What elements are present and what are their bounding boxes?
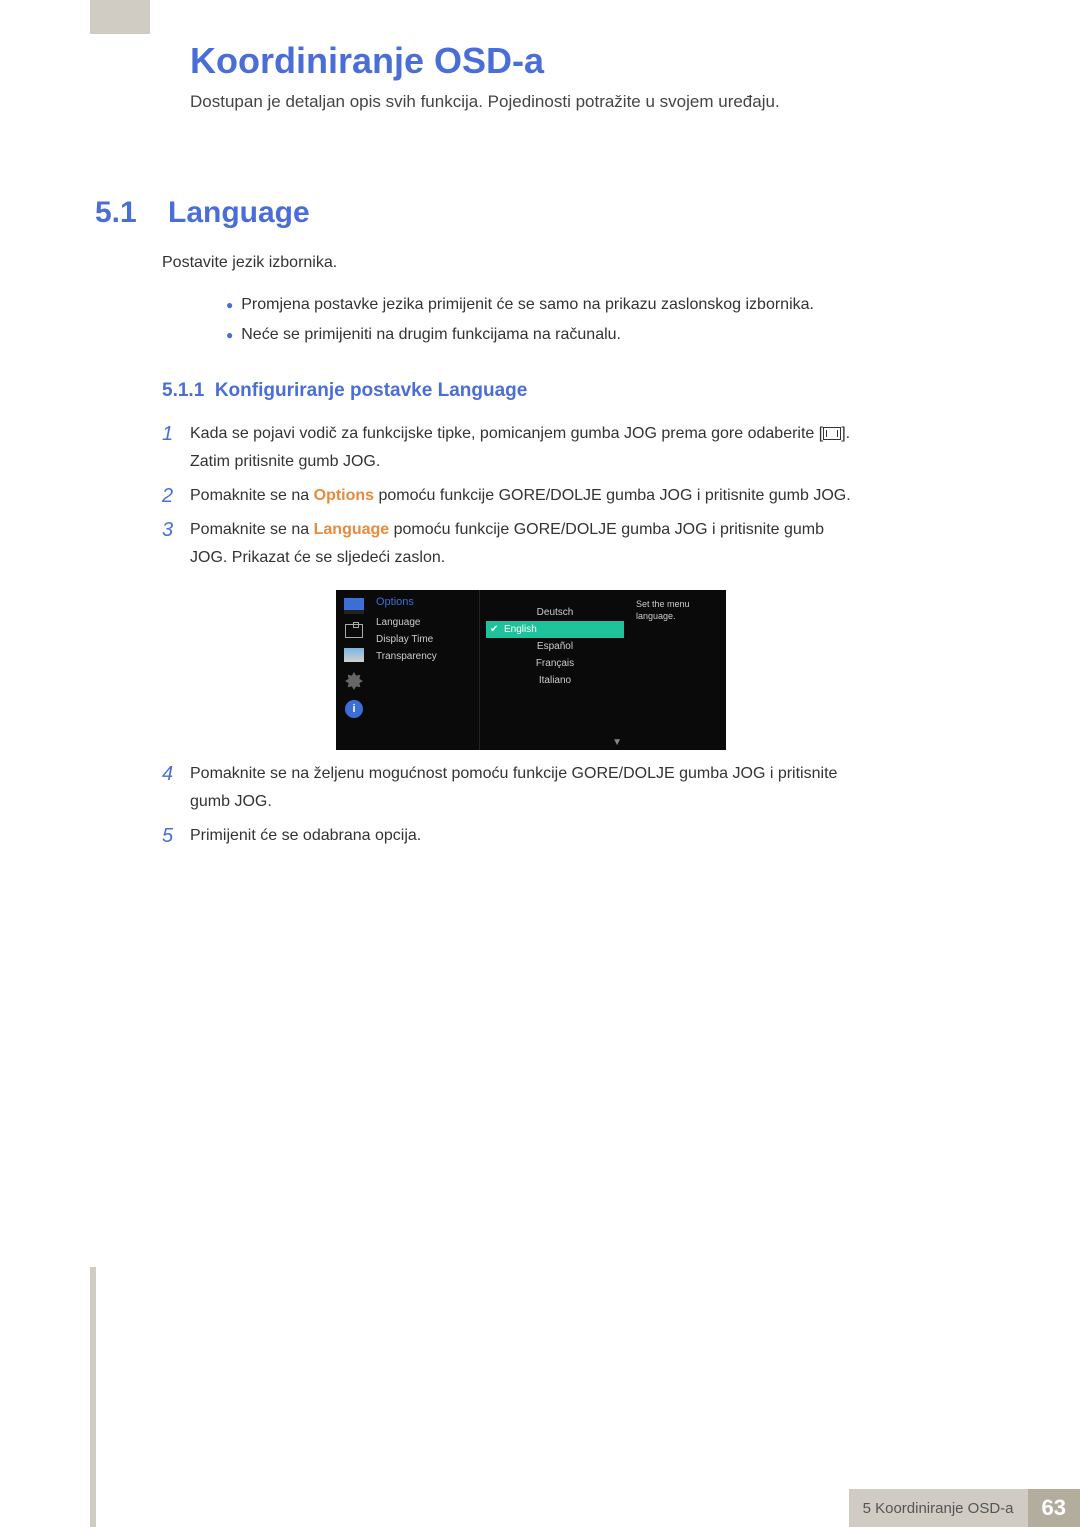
step-3: 3 Pomaknite se na Language pomoću funkci…: [162, 516, 862, 572]
osd-menu-item: Display Time: [376, 631, 479, 648]
step-5: 5 Primijenit će se odabrana opcija.: [162, 822, 862, 850]
steps-list: 1 Kada se pojavi vodič za funkcijske tip…: [162, 420, 862, 578]
info-icon: i: [345, 700, 363, 718]
subheading: 5.1.1 Konfiguriranje postavke Language: [162, 380, 527, 402]
subheading-number: 5.1.1: [162, 380, 204, 401]
step-number: 5: [162, 822, 190, 850]
page-number: 63: [1028, 1489, 1080, 1527]
section-number: 5.1: [95, 196, 137, 230]
step-number: 3: [162, 516, 190, 572]
chevron-down-icon: ▼: [612, 737, 622, 748]
options-icon: [344, 648, 364, 662]
bullet-item: ●Promjena postavke jezika primijenit će …: [226, 290, 814, 320]
step-text: Kada se pojavi vodič za funkcijske tipke…: [190, 420, 862, 476]
step-1: 1 Kada se pojavi vodič za funkcijske tip…: [162, 420, 862, 476]
step-text: Pomaknite se na željenu mogućnost pomoću…: [190, 760, 862, 816]
footer-label: 5 Koordiniranje OSD-a: [849, 1489, 1028, 1527]
subheading-title: Konfiguriranje postavke Language: [215, 380, 528, 401]
bullet-item: ●Neće se primijeniti na drugim funkcijam…: [226, 320, 814, 350]
step-text: Pomaknite se na Language pomoću funkcije…: [190, 516, 862, 572]
osd-help-text: Set the menu language.: [630, 590, 726, 750]
osd-language-list: Deutsch English Español Français Italian…: [480, 590, 630, 750]
monitor-icon: [344, 598, 364, 614]
osd-lang-item: Español: [486, 638, 624, 655]
osd-lang-item: Français: [486, 655, 624, 672]
step-2: 2 Pomaknite se na Options pomoću funkcij…: [162, 482, 862, 510]
osd-menu-item: Language: [376, 614, 479, 631]
bullet-text: Neće se primijeniti na drugim funkcijama…: [241, 326, 621, 343]
chapter-tab: [90, 0, 150, 34]
steps-list-cont: 4 Pomaknite se na željenu mogućnost pomo…: [162, 760, 862, 856]
menu-icon: [823, 427, 841, 440]
page-footer: 5 Koordiniranje OSD-a 63: [0, 1489, 1080, 1527]
resize-icon: [345, 624, 363, 638]
step-number: 4: [162, 760, 190, 816]
section-description: Postavite jezik izbornika.: [162, 254, 337, 272]
step-text: Primijenit će se odabrana opcija.: [190, 822, 862, 850]
step-number: 1: [162, 420, 190, 476]
osd-menu-column: Options Language Display Time Transparen…: [372, 590, 480, 750]
left-margin-bar: [90, 1267, 96, 1527]
step-text: Pomaknite se na Options pomoću funkcije …: [190, 482, 862, 510]
osd-lang-item: Deutsch: [486, 604, 624, 621]
osd-sidebar-icons: i: [336, 590, 372, 750]
step-4: 4 Pomaknite se na željenu mogućnost pomo…: [162, 760, 862, 816]
highlight-language: Language: [314, 521, 390, 538]
note-bullets: ●Promjena postavke jezika primijenit će …: [226, 290, 814, 350]
page-title: Koordiniranje OSD-a: [190, 40, 544, 82]
osd-lang-item-selected: English: [486, 621, 624, 638]
step-number: 2: [162, 482, 190, 510]
gear-icon: [345, 672, 363, 690]
section-title: Language: [168, 196, 310, 230]
highlight-options: Options: [314, 487, 374, 504]
osd-menu-item: Transparency: [376, 648, 479, 665]
osd-screenshot: i Options Language Display Time Transpar…: [336, 590, 726, 750]
osd-header: Options: [376, 596, 479, 608]
bullet-text: Promjena postavke jezika primijenit će s…: [241, 296, 814, 313]
osd-lang-item: Italiano: [486, 672, 624, 689]
intro-text: Dostupan je detaljan opis svih funkcija.…: [190, 92, 780, 112]
